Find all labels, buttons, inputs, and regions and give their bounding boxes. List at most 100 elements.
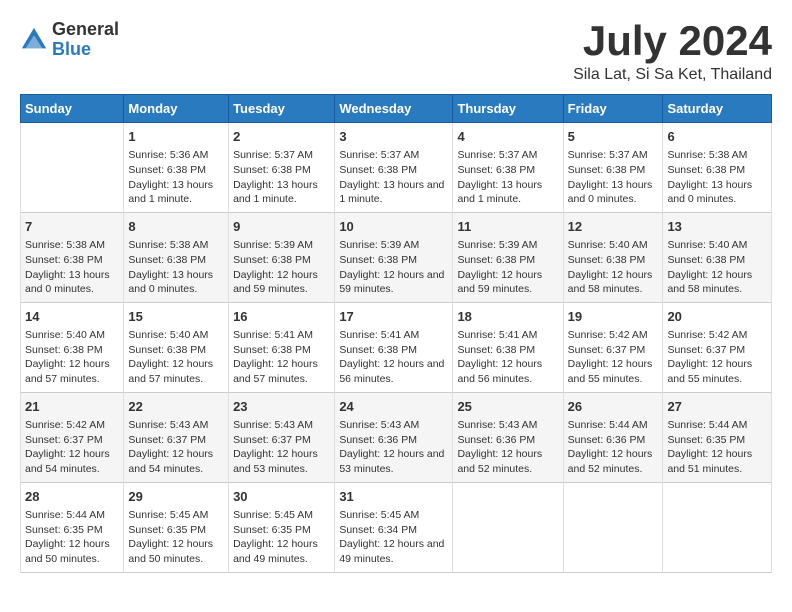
header-cell-wednesday: Wednesday (335, 95, 453, 123)
header-cell-thursday: Thursday (453, 95, 563, 123)
week-row-5: 28Sunrise: 5:44 AMSunset: 6:35 PMDayligh… (21, 482, 772, 572)
logo-general-text: General (52, 20, 119, 40)
day-number: 21 (25, 398, 119, 416)
header-cell-sunday: Sunday (21, 95, 124, 123)
day-cell: 2Sunrise: 5:37 AMSunset: 6:38 PMDaylight… (229, 123, 335, 213)
day-info: Daylight: 12 hours and 59 minutes. (457, 268, 558, 297)
day-info: Sunset: 6:37 PM (25, 433, 119, 448)
day-info: Sunrise: 5:39 AM (233, 238, 330, 253)
day-number: 26 (568, 398, 659, 416)
week-row-4: 21 Sunrise: 5:42 AMSunset: 6:37 PM Dayligh… (21, 392, 772, 482)
day-info: Sunrise: 5:43 AM (233, 418, 330, 433)
day-info: Sunset: 6:38 PM (233, 343, 330, 358)
day-info: Daylight: 12 hours and 51 minutes. (667, 447, 767, 476)
day-info: Sunrise: 5:37 AM (568, 148, 659, 163)
day-cell: 8Sunrise: 5:38 AMSunset: 6:38 PMDaylight… (124, 212, 229, 302)
day-cell: 28Sunrise: 5:44 AMSunset: 6:35 PMDayligh… (21, 482, 124, 572)
day-info: Sunset: 6:35 PM (233, 523, 330, 538)
day-info: Daylight: 12 hours and 49 minutes. (233, 537, 330, 566)
day-cell: 3Sunrise: 5:37 AMSunset: 6:38 PMDaylight… (335, 123, 453, 213)
header-cell-friday: Friday (563, 95, 663, 123)
day-info: Daylight: 12 hours and 56 minutes. (457, 357, 558, 386)
day-number: 5 (568, 128, 659, 146)
day-info: Daylight: 12 hours and 55 minutes. (568, 357, 659, 386)
day-info: Sunset: 6:36 PM (457, 433, 558, 448)
day-cell: 15Sunrise: 5:40 AMSunset: 6:38 PMDayligh… (124, 302, 229, 392)
day-info: Daylight: 13 hours and 1 minute. (457, 178, 558, 207)
day-number: 30 (233, 488, 330, 506)
day-info: Sunrise: 5:42 AM (568, 328, 659, 343)
day-info: Sunset: 6:38 PM (339, 163, 448, 178)
day-info: Daylight: 12 hours and 50 minutes. (128, 537, 224, 566)
day-info: Sunrise: 5:41 AM (233, 328, 330, 343)
day-info: Sunset: 6:38 PM (25, 253, 119, 268)
day-number: 9 (233, 218, 330, 236)
day-info: Daylight: 12 hours and 56 minutes. (339, 357, 448, 386)
day-info: Daylight: 12 hours and 52 minutes. (568, 447, 659, 476)
day-cell (21, 123, 124, 213)
day-cell: 29Sunrise: 5:45 AMSunset: 6:35 PMDayligh… (124, 482, 229, 572)
header-cell-monday: Monday (124, 95, 229, 123)
day-number: 28 (25, 488, 119, 506)
title-block: July 2024 Sila Lat, Si Sa Ket, Thailand (573, 20, 772, 84)
day-info: Sunrise: 5:43 AM (339, 418, 448, 433)
day-number: 3 (339, 128, 448, 146)
day-info: Daylight: 13 hours and 0 minutes. (128, 268, 224, 297)
day-cell: 12Sunrise: 5:40 AMSunset: 6:38 PMDayligh… (563, 212, 663, 302)
day-cell: 13Sunrise: 5:40 AMSunset: 6:38 PMDayligh… (663, 212, 772, 302)
day-number: 14 (25, 308, 119, 326)
day-info: Sunset: 6:38 PM (667, 253, 767, 268)
day-info: Sunset: 6:38 PM (457, 163, 558, 178)
day-number: 15 (128, 308, 224, 326)
day-info: Sunset: 6:36 PM (339, 433, 448, 448)
day-number: 10 (339, 218, 448, 236)
day-info: Daylight: 12 hours and 50 minutes. (25, 537, 119, 566)
day-number: 2 (233, 128, 330, 146)
day-info: Sunset: 6:38 PM (339, 343, 448, 358)
day-info: Daylight: 12 hours and 58 minutes. (568, 268, 659, 297)
day-number: 8 (128, 218, 224, 236)
day-cell (663, 482, 772, 572)
day-info: Sunset: 6:38 PM (667, 163, 767, 178)
day-number: 22 (128, 398, 224, 416)
day-number: 16 (233, 308, 330, 326)
day-info: Sunset: 6:36 PM (568, 433, 659, 448)
day-info: Sunrise: 5:36 AM (128, 148, 224, 163)
main-title: July 2024 (573, 20, 772, 62)
logo-blue-text: Blue (52, 40, 119, 60)
day-cell: 9Sunrise: 5:39 AMSunset: 6:38 PMDaylight… (229, 212, 335, 302)
day-info: Daylight: 12 hours and 52 minutes. (457, 447, 558, 476)
day-info: Sunrise: 5:42 AM (25, 418, 119, 433)
day-number: 29 (128, 488, 224, 506)
header-cell-tuesday: Tuesday (229, 95, 335, 123)
day-cell: 17 Sunrise: 5:41 AMSunset: 6:38 PMDayligh… (335, 302, 453, 392)
day-info: Sunrise: 5:38 AM (128, 238, 224, 253)
day-cell: 4Sunrise: 5:37 AMSunset: 6:38 PMDaylight… (453, 123, 563, 213)
day-cell: 31Sunrise: 5:45 AMSunset: 6:34 PMDayligh… (335, 482, 453, 572)
day-info: Sunrise: 5:40 AM (568, 238, 659, 253)
day-info: Sunrise: 5:41 AM (339, 328, 448, 343)
day-number: 31 (339, 488, 448, 506)
day-number: 7 (25, 218, 119, 236)
day-cell: 21Sunrise: 5:42 AMSunset: 6:37 PMDayligh… (21, 392, 124, 482)
day-info: Sunrise: 5:40 AM (667, 238, 767, 253)
day-cell: 5Sunrise: 5:37 AMSunset: 6:38 PMDaylight… (563, 123, 663, 213)
day-number: 20 (667, 308, 767, 326)
day-info: Sunrise: 5:44 AM (568, 418, 659, 433)
day-info: Sunset: 6:37 PM (568, 343, 659, 358)
day-info: Daylight: 12 hours and 55 minutes. (667, 357, 767, 386)
day-cell: 25Sunrise: 5:43 AMSunset: 6:36 PMDayligh… (453, 392, 563, 482)
logo: General Blue (20, 20, 119, 60)
day-info: Daylight: 13 hours and 1 minute. (233, 178, 330, 207)
day-cell: 7Sunrise: 5:38 AMSunset: 6:38 PMDaylight… (21, 212, 124, 302)
day-number: 17 (339, 308, 448, 326)
day-number: 12 (568, 218, 659, 236)
calendar-header: SundayMondayTuesdayWednesdayThursdayFrid… (21, 95, 772, 123)
day-info: Sunrise: 5:39 AM (339, 238, 448, 253)
day-info: Sunset: 6:38 PM (568, 163, 659, 178)
day-info: Sunset: 6:35 PM (667, 433, 767, 448)
day-cell: 22Sunrise: 5:43 AMSunset: 6:37 PMDayligh… (124, 392, 229, 482)
header-row: SundayMondayTuesdayWednesdayThursdayFrid… (21, 95, 772, 123)
day-info: Sunrise: 5:37 AM (233, 148, 330, 163)
day-info: Sunrise: 5:38 AM (667, 148, 767, 163)
